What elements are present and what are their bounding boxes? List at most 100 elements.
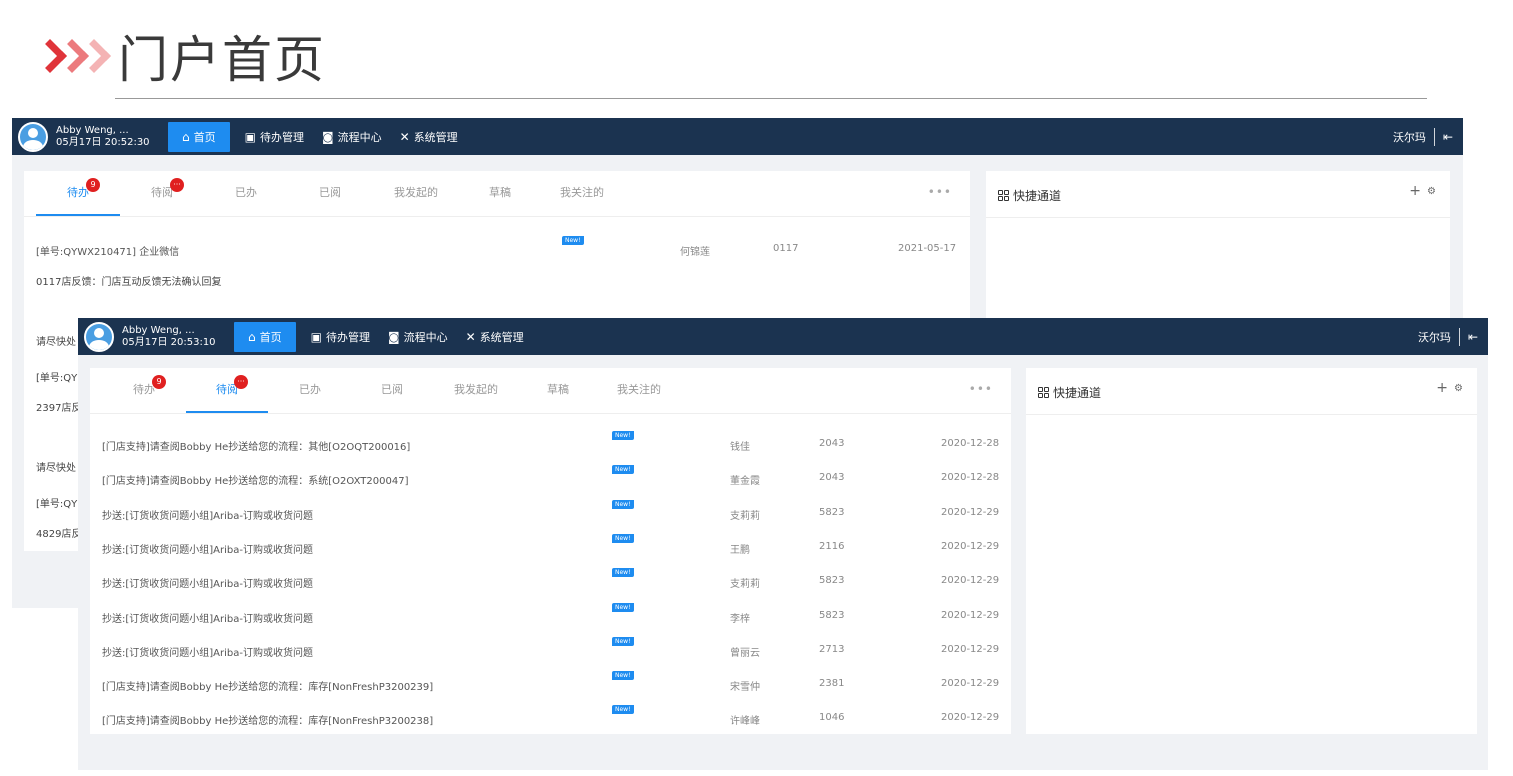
- item-partial: 4829店反: [36, 529, 82, 540]
- toread-count-badge: ···: [170, 178, 184, 192]
- row-person: 许峰峰: [730, 716, 760, 728]
- table-row[interactable]: [门店支持]请查阅Bobby He抄送给您的流程：系统[O2OXT200047]…: [90, 460, 1011, 494]
- new-badge: New!: [612, 602, 634, 612]
- item-partial: 请尽快处: [36, 463, 76, 474]
- tab-done[interactable]: 已办: [204, 170, 288, 216]
- row-code: 1046: [819, 712, 845, 724]
- top-navbar: Abby Weng, ... 05月17日 20:53:10 ⌂ 首页 ▣ 待办管理…: [78, 318, 1488, 355]
- new-badge: New!: [612, 671, 634, 681]
- nav-todo-mgmt[interactable]: ▣ 待办管理: [236, 122, 313, 152]
- row-date: 2020-12-29: [941, 575, 1000, 587]
- row-person: 支莉莉: [730, 510, 760, 522]
- tab-done[interactable]: 已办: [268, 367, 352, 413]
- nav-home[interactable]: ⌂ 首页: [234, 321, 296, 352]
- row-title: 抄送:[订货收货问题小组]Ariba-订购或收货问题: [102, 579, 313, 591]
- table-row[interactable]: 抄送:[订货收货问题小组]Ariba-订购或收货问题 New! 李梓 5823 2020…: [90, 598, 1011, 632]
- table-row[interactable]: [门店支持]请查阅Bobby He抄送给您的流程：其他[O2OQT200016]…: [90, 426, 1011, 460]
- table-row[interactable]: 抄送:[订货收货问题小组]Ariba-订购或收货问题 New! 曾丽云 2713 202…: [90, 632, 1011, 666]
- slide-title: 门户首页: [33, 24, 326, 89]
- logout-icon[interactable]: ⇤: [1468, 330, 1478, 344]
- quick-access-title: 快捷通道: [1038, 384, 1101, 401]
- nav-process-center[interactable]: ◙ 流程中心: [313, 122, 391, 152]
- nav-system-mgmt[interactable]: ✕ 系统管理: [457, 322, 533, 352]
- quick-access-title: 快捷通道: [998, 187, 1061, 204]
- row-code: 2116: [819, 540, 845, 552]
- new-badge: New!: [612, 533, 634, 543]
- process-icon: ◙: [387, 329, 400, 344]
- table-row[interactable]: 抄送:[订货收货问题小组]Ariba-订购或收货问题 New! 支莉莉 5823 202…: [90, 563, 1011, 597]
- home-icon: ⌂: [182, 129, 190, 144]
- row-person: 曾丽云: [730, 647, 760, 659]
- toread-panel: 待办 9 待阅 ··· 已办 已阅 我发起的 草稿 我关注的 ••• [门店支持…: [90, 368, 1011, 734]
- nav-todo-mgmt[interactable]: ▣ 待办管理: [302, 322, 379, 352]
- nav-process-center[interactable]: ◙ 流程中心: [379, 322, 457, 352]
- nav-system-mgmt[interactable]: ✕ 系统管理: [391, 122, 467, 152]
- row-code: 5823: [819, 506, 845, 518]
- grid-icon: [998, 190, 1009, 201]
- tab-read[interactable]: 已阅: [352, 367, 432, 413]
- row-date: 2020-12-29: [941, 712, 1000, 724]
- avatar[interactable]: [18, 121, 48, 152]
- add-icon[interactable]: +: [1436, 380, 1448, 396]
- new-badge: New!: [612, 499, 634, 509]
- more-icon[interactable]: •••: [928, 185, 952, 199]
- row-person: 钱佳: [730, 442, 750, 453]
- tab-initiated[interactable]: 我发起的: [372, 170, 460, 216]
- toread-count-badge: ···: [234, 375, 248, 389]
- user-name: Abby Weng, ...: [56, 124, 129, 136]
- org-name[interactable]: 沃尔玛: [1393, 129, 1426, 145]
- table-row[interactable]: [门店支持]请查阅Bobby He抄送给您的流程：库存[NonFreshP320…: [90, 666, 1011, 700]
- row-person: 李梓: [730, 613, 750, 625]
- table-row[interactable]: 抄送:[订货收货问题小组]Ariba-订购或收货问题 New! 支莉莉 5823 202…: [90, 495, 1011, 529]
- row-date: 2020-12-28: [941, 472, 1000, 484]
- row-person: 王鹏: [730, 544, 750, 556]
- gear-icon[interactable]: ⚙: [1454, 383, 1463, 394]
- org-name[interactable]: 沃尔玛: [1418, 329, 1451, 345]
- tab-bar: 待办 9 待阅 ··· 已办 已阅 我发起的 草稿 我关注的 •••: [90, 368, 1011, 414]
- item-partial: 请尽快处: [36, 337, 76, 348]
- tab-initiated[interactable]: 我发起的: [432, 367, 520, 413]
- new-badge: New!: [562, 236, 584, 245]
- item-partial: [单号:QY: [36, 499, 78, 510]
- row-date: 2020-12-29: [941, 506, 1000, 518]
- quick-access-panel: 快捷通道 + ⚙: [1026, 368, 1477, 734]
- tab-todo[interactable]: 待办 9: [102, 367, 186, 413]
- tab-toread[interactable]: 待阅 ···: [120, 170, 204, 216]
- user-datetime: 05月17日 20:53:10: [122, 336, 216, 348]
- nav-home[interactable]: ⌂ 首页: [168, 121, 230, 152]
- todo-count-badge: 9: [152, 375, 166, 389]
- tab-todo[interactable]: 待办 9: [36, 170, 120, 216]
- avatar[interactable]: [84, 321, 114, 352]
- divider: [1458, 327, 1460, 346]
- table-row[interactable]: [门店支持]请查阅Bobby He抄送给您的流程：库存[NonFreshP320…: [90, 700, 1011, 734]
- tab-toread[interactable]: 待阅 ···: [186, 367, 268, 413]
- tab-following[interactable]: 我关注的: [596, 367, 682, 413]
- topbar-right: 沃尔玛 ⇤: [1393, 118, 1453, 155]
- row-date: 2020-12-28: [941, 438, 1000, 449]
- list-item[interactable]: [单号:QYWX210471] 企业微信 New! 何锦莲 0117 2021-…: [24, 231, 970, 265]
- table-row[interactable]: 抄送:[订货收货问题小组]Ariba-订购或收货问题 New! 王鹏 2116 2020…: [90, 529, 1011, 563]
- row-title: [门店支持]请查阅Bobby He抄送给您的流程：其他[O2OQT200016]: [102, 442, 411, 453]
- row-date: 2020-12-29: [941, 643, 1000, 655]
- clipboard-icon: ▣: [244, 129, 256, 144]
- tab-draft[interactable]: 草稿: [460, 170, 540, 216]
- todo-count-badge: 9: [86, 178, 100, 192]
- add-icon[interactable]: +: [1409, 183, 1421, 199]
- divider: [1026, 414, 1477, 415]
- portal-window-toread: Abby Weng, ... 05月17日 20:53:10 ⌂ 首页 ▣ 待办管理…: [78, 318, 1488, 770]
- new-badge: New!: [612, 431, 634, 440]
- tab-draft[interactable]: 草稿: [520, 367, 596, 413]
- tab-read[interactable]: 已阅: [288, 170, 372, 216]
- tools-icon: ✕: [399, 129, 410, 144]
- tab-following[interactable]: 我关注的: [540, 170, 624, 216]
- gear-icon[interactable]: ⚙: [1427, 186, 1436, 197]
- logout-icon[interactable]: ⇤: [1443, 130, 1453, 144]
- user-info: Abby Weng, ... 05月17日 20:53:10: [122, 325, 222, 349]
- more-icon[interactable]: •••: [969, 382, 993, 396]
- row-person: 董金霞: [730, 476, 760, 488]
- tab-bar: 待办 9 待阅 ··· 已办 已阅 我发起的 草稿 我关注的 •••: [24, 171, 970, 217]
- row-title: [门店支持]请查阅Bobby He抄送给您的流程：库存[NonFreshP320…: [102, 716, 434, 728]
- row-code: 2043: [819, 438, 845, 449]
- grid-icon: [1038, 387, 1049, 398]
- row-title: [门店支持]请查阅Bobby He抄送给您的流程：库存[NonFreshP320…: [102, 682, 434, 694]
